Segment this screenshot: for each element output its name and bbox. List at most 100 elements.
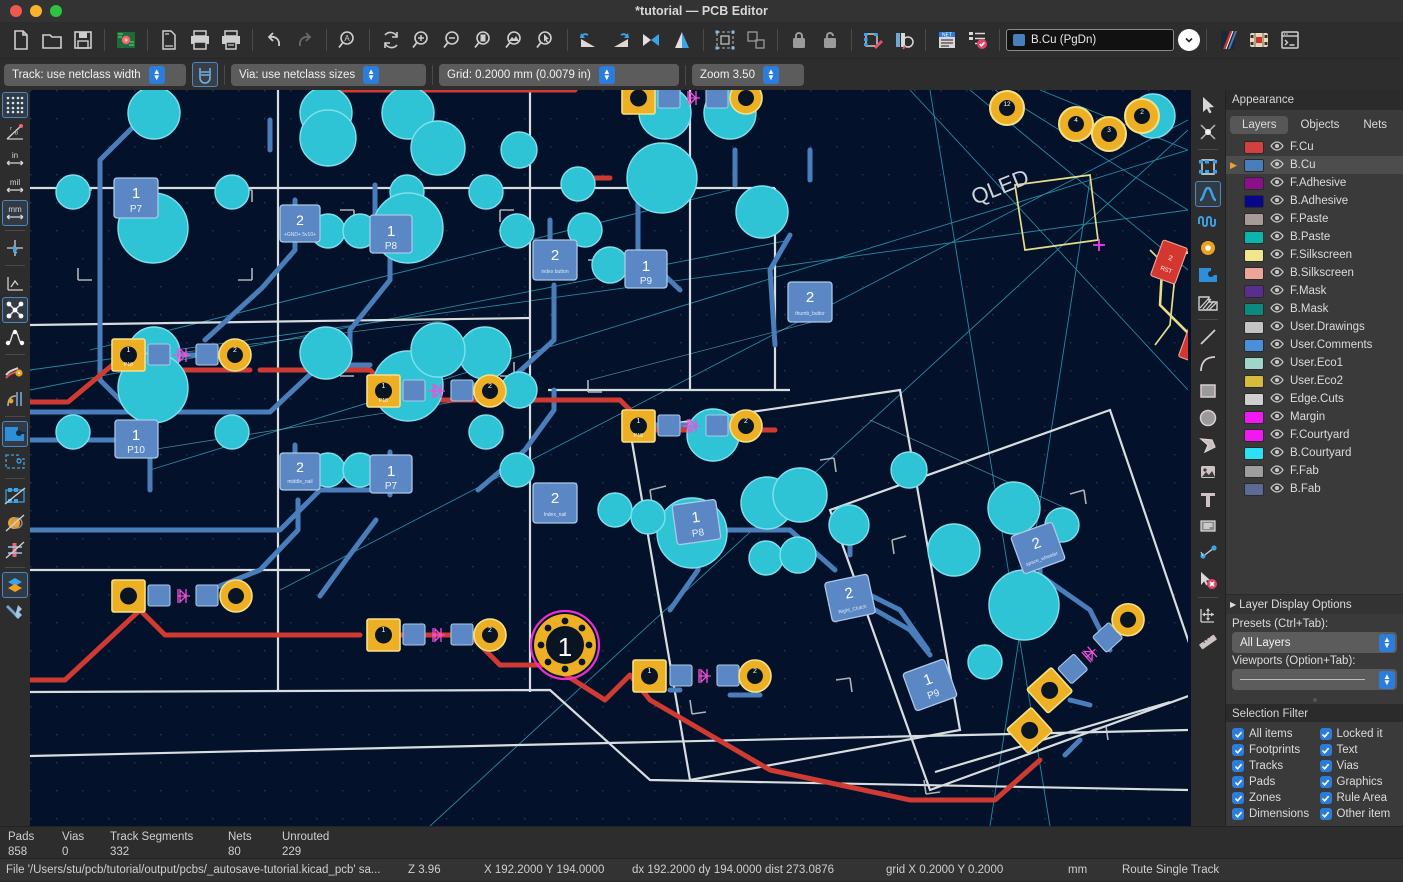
layer-pairs-icon[interactable]	[1213, 25, 1243, 55]
layer-row[interactable]: F.Paste	[1226, 210, 1403, 228]
unlock-icon[interactable]	[815, 25, 845, 55]
find-icon[interactable]: A	[333, 25, 363, 55]
eye-icon[interactable]	[1270, 303, 1284, 316]
layer-color-swatch[interactable]	[1244, 159, 1264, 172]
print-icon[interactable]	[185, 25, 215, 55]
layer-color-swatch[interactable]	[1244, 267, 1264, 280]
layer-color-swatch[interactable]	[1244, 195, 1264, 208]
eye-icon[interactable]	[1270, 159, 1284, 172]
minimize-button[interactable]	[30, 5, 42, 17]
layer-row[interactable]: B.Paste	[1226, 228, 1403, 246]
filter-checkbox-row[interactable]: Dimensions	[1232, 806, 1316, 822]
eye-icon[interactable]	[1270, 195, 1284, 208]
set-origin-icon[interactable]	[1195, 602, 1221, 628]
layer-color-swatch[interactable]	[1244, 357, 1264, 370]
filter-checkbox-row[interactable]: Tracks	[1232, 758, 1316, 774]
refresh-icon[interactable]	[376, 25, 406, 55]
add-rule-area-icon[interactable]	[1195, 289, 1221, 315]
layer-row[interactable]: B.Silkscreen	[1226, 264, 1403, 282]
place-via-icon[interactable]	[1195, 235, 1221, 261]
layer-color-swatch[interactable]	[1244, 429, 1264, 442]
filter-checkbox-row[interactable]: Vias	[1320, 758, 1403, 774]
zone-filled-icon[interactable]	[2, 421, 28, 447]
new-file-icon[interactable]	[6, 25, 36, 55]
eye-icon[interactable]	[1270, 393, 1284, 406]
layer-color-swatch[interactable]	[1244, 393, 1264, 406]
layer-list[interactable]: F.Cu▶B.CuF.AdhesiveB.AdhesiveF.PasteB.Pa…	[1226, 137, 1403, 594]
rotate-ccw-icon[interactable]	[574, 25, 604, 55]
cursor-full-crosshair-icon[interactable]	[2, 235, 28, 261]
layer-display-options-toggle[interactable]: ▶ Layer Display Options	[1226, 594, 1403, 614]
eye-icon[interactable]	[1270, 483, 1284, 496]
filter-checkbox-row[interactable]: All items	[1232, 726, 1316, 742]
undo-icon[interactable]	[259, 25, 289, 55]
checkbox-checked-icon[interactable]	[1232, 760, 1244, 772]
track-fill-icon[interactable]	[2, 359, 28, 385]
eye-icon[interactable]	[1270, 267, 1284, 280]
eye-icon[interactable]	[1270, 249, 1284, 262]
zoom-fit-objects-icon[interactable]	[500, 25, 530, 55]
delete-tool-icon[interactable]	[1195, 567, 1221, 593]
presets-select[interactable]: All Layers ▲▼	[1232, 632, 1397, 653]
measure-tool-icon[interactable]	[1195, 629, 1221, 655]
layer-color-swatch[interactable]	[1244, 447, 1264, 460]
units-millimeters-icon[interactable]: mm	[2, 200, 28, 226]
eye-icon[interactable]	[1270, 177, 1284, 190]
footprint-editor-icon[interactable]	[858, 25, 888, 55]
checkbox-checked-icon[interactable]	[1232, 808, 1244, 820]
save-floppy-icon[interactable]	[68, 25, 98, 55]
add-image-icon[interactable]	[1195, 459, 1221, 485]
layer-row[interactable]: User.Eco2	[1226, 372, 1403, 390]
local-ratsnest-icon[interactable]	[1195, 119, 1221, 145]
eye-icon[interactable]	[1270, 411, 1284, 424]
checkbox-checked-icon[interactable]	[1232, 776, 1244, 788]
panel-resize-grip[interactable]	[1226, 696, 1403, 704]
polar-coordinates-icon[interactable]: rθ	[2, 119, 28, 145]
layer-color-swatch[interactable]	[1244, 339, 1264, 352]
drc-check-icon[interactable]	[963, 25, 993, 55]
layer-color-swatch[interactable]	[1244, 177, 1264, 190]
track-width-select[interactable]: Track: use netclass width ▲▼	[4, 64, 186, 86]
layer-row[interactable]: Edge.Cuts	[1226, 390, 1403, 408]
page-settings-icon[interactable]	[154, 25, 184, 55]
layer-color-swatch[interactable]	[1244, 303, 1264, 316]
layer-row[interactable]: F.Mask	[1226, 282, 1403, 300]
netlist-icon[interactable]: NET	[932, 25, 962, 55]
pcb-canvas[interactable]: 1 P7 2 +GND+ 5v10+ 1 P8	[30, 90, 1191, 826]
add-dimension-icon[interactable]	[1195, 540, 1221, 566]
text-sketch-icon[interactable]	[2, 537, 28, 563]
redo-icon[interactable]	[290, 25, 320, 55]
viewports-select[interactable]: ▲▼	[1232, 669, 1397, 690]
tab-nets[interactable]: Nets	[1351, 116, 1399, 134]
filter-checkbox-row[interactable]: Other item	[1320, 806, 1403, 822]
checkbox-checked-icon[interactable]	[1320, 728, 1332, 740]
mirror-vertical-icon[interactable]	[667, 25, 697, 55]
checkbox-checked-icon[interactable]	[1320, 808, 1332, 820]
rotate-cw-icon[interactable]	[605, 25, 635, 55]
layer-row[interactable]: F.Silkscreen	[1226, 246, 1403, 264]
checkbox-checked-icon[interactable]	[1320, 760, 1332, 772]
layer-color-swatch[interactable]	[1244, 375, 1264, 388]
layer-row[interactable]: F.Adhesive	[1226, 174, 1403, 192]
add-text-icon[interactable]	[1195, 486, 1221, 512]
layer-color-swatch[interactable]	[1244, 483, 1264, 496]
zone-fill-none-icon[interactable]	[2, 483, 28, 509]
eye-icon[interactable]	[1270, 447, 1284, 460]
tools-icon[interactable]	[2, 599, 28, 625]
filter-checkbox-row[interactable]: Zones	[1232, 790, 1316, 806]
plot-icon[interactable]	[216, 25, 246, 55]
place-footprint-icon[interactable]	[1195, 154, 1221, 180]
zoom-in-icon[interactable]	[407, 25, 437, 55]
active-layer-select[interactable]: B.Cu (PgDn)	[1006, 29, 1174, 51]
stepper-arrows-icon[interactable]: ▲▼	[363, 66, 379, 84]
checkbox-checked-icon[interactable]	[1320, 776, 1332, 788]
eye-icon[interactable]	[1270, 285, 1284, 298]
filter-checkbox-row[interactable]: Pads	[1232, 774, 1316, 790]
filter-checkbox-row[interactable]: Footprints	[1232, 742, 1316, 758]
ungroup-items-icon[interactable]	[741, 25, 771, 55]
window-controls[interactable]	[0, 5, 62, 17]
close-button[interactable]	[10, 5, 22, 17]
add-zone-icon[interactable]	[1195, 262, 1221, 288]
layer-row[interactable]: F.Courtyard	[1226, 426, 1403, 444]
layer-row[interactable]: B.Courtyard	[1226, 444, 1403, 462]
